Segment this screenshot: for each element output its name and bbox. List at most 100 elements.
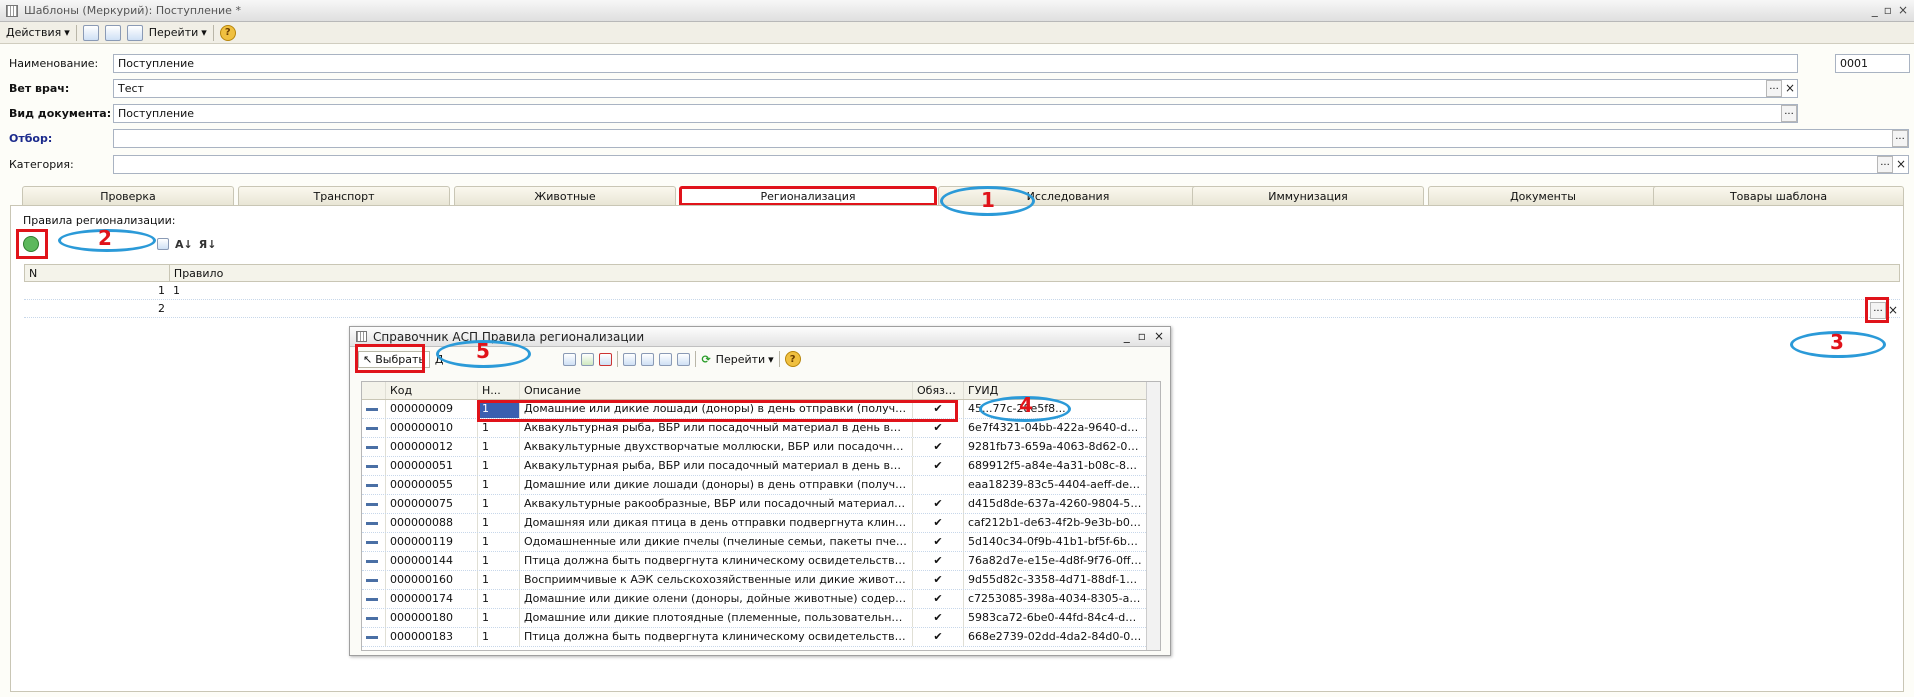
vet-row: Вет врач: Тест ... × bbox=[0, 79, 1914, 99]
filter-select-button[interactable]: ... bbox=[1892, 130, 1908, 147]
tab-proverka[interactable]: Проверка bbox=[22, 186, 234, 206]
dialog-help-icon[interactable]: ? bbox=[784, 351, 801, 367]
tab-animals[interactable]: Животные bbox=[454, 186, 676, 206]
name-input[interactable]: Поступление bbox=[113, 54, 1798, 73]
row-marker-icon bbox=[362, 628, 386, 646]
tab-transport[interactable]: Транспорт bbox=[238, 186, 450, 206]
doctype-select-button[interactable]: ... bbox=[1781, 105, 1797, 122]
edit-icon[interactable] bbox=[581, 352, 595, 366]
copy-icon[interactable] bbox=[563, 352, 577, 366]
col-n-header[interactable]: N bbox=[25, 265, 170, 281]
col-required-header[interactable]: Обяза... bbox=[913, 382, 964, 399]
row-n: 1 bbox=[478, 438, 520, 456]
filter-row: Отбор: ... bbox=[0, 129, 1914, 149]
rules-catalog-dialog: Справочник АСП Правила регионализации _ … bbox=[349, 326, 1171, 656]
refresh-icon[interactable]: ⟳ bbox=[701, 353, 710, 366]
dialog-maximize-button[interactable]: ▫ bbox=[1138, 329, 1146, 343]
catalog-row[interactable]: 000000075 1 Аквакультурные ракообразные, В… bbox=[362, 495, 1160, 514]
row-rule: 1 bbox=[173, 284, 180, 297]
sort-desc-icon[interactable]: Я↓ bbox=[199, 238, 217, 251]
row-code: 000000088 bbox=[386, 514, 478, 532]
col-code-header[interactable]: Код bbox=[386, 382, 478, 399]
restore-button[interactable]: ▫ bbox=[1884, 3, 1892, 17]
row-guid: eaa18239-83c5-4404-aeff-de6e23... bbox=[964, 476, 1148, 494]
rules-table: N Правило 1 1 2 bbox=[24, 264, 1900, 318]
rules-table-header: N Правило bbox=[24, 264, 1900, 282]
catalog-row[interactable]: 000000180 1 Домашние или дикие плотоядные … bbox=[362, 609, 1160, 628]
col-icon-header bbox=[362, 382, 386, 399]
tab-documents[interactable]: Документы bbox=[1428, 186, 1658, 206]
col-rule-header[interactable]: Правило bbox=[170, 265, 1899, 281]
toolbar-separator bbox=[75, 24, 77, 41]
row-guid: 5d140c34-0f9b-41b1-bf5f-6bb75af... bbox=[964, 533, 1148, 551]
row-required: ✔ bbox=[913, 628, 964, 646]
category-input[interactable] bbox=[113, 155, 1909, 174]
annotation-number-5: 5 bbox=[476, 339, 490, 363]
catalog-row[interactable]: 000000051 1 Аквакультурная рыба, ВБР или п… bbox=[362, 457, 1160, 476]
code-input[interactable]: 0001 bbox=[1835, 54, 1910, 73]
actions-menu[interactable]: Действия ▾ bbox=[6, 26, 70, 39]
tab-template-goods[interactable]: Товары шаблона bbox=[1653, 186, 1904, 206]
tab-immunization[interactable]: Иммунизация bbox=[1192, 186, 1424, 206]
dialog-minimize-button[interactable]: _ bbox=[1124, 329, 1130, 343]
category-clear-icon[interactable]: × bbox=[1894, 156, 1908, 173]
doctype-input[interactable]: Поступление bbox=[113, 104, 1798, 123]
close-button[interactable]: × bbox=[1898, 3, 1908, 17]
row-desc: Птица должна быть подвергнута клиническо… bbox=[520, 628, 913, 646]
save-icon[interactable] bbox=[82, 24, 99, 41]
vet-select-button[interactable]: ... bbox=[1766, 80, 1782, 97]
catalog-row[interactable]: 000000088 1 Домашняя или дикая птица в ден… bbox=[362, 514, 1160, 533]
annotation-number-3: 3 bbox=[1830, 330, 1844, 354]
col-desc-header[interactable]: Описание bbox=[520, 382, 913, 399]
row-guid: d415d8de-637a-4260-9804-505be... bbox=[964, 495, 1148, 513]
table-row[interactable]: 2 bbox=[24, 300, 1900, 318]
row-n: 1 bbox=[478, 457, 520, 475]
category-select-button[interactable]: ... bbox=[1877, 156, 1893, 173]
refresh-icon[interactable] bbox=[126, 24, 143, 41]
row-code: 000000009 bbox=[386, 400, 478, 418]
catalog-row[interactable]: 000000160 1 Восприимчивые к АЭК сельскохоз… bbox=[362, 571, 1160, 590]
catalog-row[interactable]: 000000119 1 Одомашненные или дикие пчелы (… bbox=[362, 533, 1160, 552]
catalog-row[interactable]: 000000174 1 Домашние или дикие олени (доно… bbox=[362, 590, 1160, 609]
row-n: 1 bbox=[478, 514, 520, 532]
row-n: 1 bbox=[478, 571, 520, 589]
col-guid-header[interactable]: ГУИД bbox=[964, 382, 1148, 399]
app-icon bbox=[6, 4, 18, 17]
dialog-close-button[interactable]: × bbox=[1154, 329, 1164, 343]
sort-asc-icon[interactable]: A↓ bbox=[175, 238, 193, 251]
row-n: 1 bbox=[478, 609, 520, 627]
filter-icon[interactable] bbox=[623, 352, 637, 366]
row-required: ✔ bbox=[913, 438, 964, 456]
catalog-row[interactable]: 000000144 1 Птица должна быть подвергнута … bbox=[362, 552, 1160, 571]
row-code: 000000010 bbox=[386, 419, 478, 437]
vet-clear-icon[interactable]: × bbox=[1783, 80, 1797, 97]
minimize-button[interactable]: _ bbox=[1872, 3, 1878, 17]
annotation-rect-row bbox=[477, 400, 958, 422]
tab-regionalization[interactable]: Регионализация bbox=[679, 186, 937, 206]
catalog-row[interactable]: 000000183 1 Птица должна быть подвергнута … bbox=[362, 628, 1160, 647]
window-titlebar: Шаблоны (Меркурий): Поступление * _ ▫ × bbox=[0, 0, 1914, 22]
row-n: 1 bbox=[478, 590, 520, 608]
filter-value-icon[interactable] bbox=[641, 352, 655, 366]
delete-icon[interactable] bbox=[599, 352, 613, 366]
filter-list-icon[interactable] bbox=[659, 352, 673, 366]
catalog-row[interactable]: 000000012 1 Аквакультурные двухстворчатые … bbox=[362, 438, 1160, 457]
help-icon[interactable]: ? bbox=[219, 24, 236, 41]
filter-off-icon[interactable] bbox=[677, 352, 691, 366]
row-required: ✔ bbox=[913, 571, 964, 589]
dialog-icon bbox=[356, 331, 367, 342]
filter-input[interactable] bbox=[113, 129, 1909, 148]
catalog-scrollbar[interactable] bbox=[1146, 382, 1160, 650]
document-icon[interactable] bbox=[104, 24, 121, 41]
col-n-header[interactable]: Н... bbox=[478, 382, 520, 399]
move-down-icon[interactable] bbox=[157, 238, 169, 250]
doctype-label: Вид документа: bbox=[9, 107, 112, 120]
dialog-goto-menu[interactable]: Перейти ▾ bbox=[716, 353, 774, 366]
row-desc: Одомашненные или дикие пчелы (пчелиные с… bbox=[520, 533, 913, 551]
catalog-row[interactable]: 000000055 1 Домашние или дикие лошади (дон… bbox=[362, 476, 1160, 495]
row-guid: 668e2739-02dd-4da2-84d0-0a77d... bbox=[964, 628, 1148, 646]
table-row[interactable]: 1 1 bbox=[24, 282, 1900, 300]
vet-input[interactable]: Тест bbox=[113, 79, 1798, 98]
goto-menu[interactable]: Перейти ▾ bbox=[149, 26, 207, 39]
goto-label: Перейти bbox=[148, 26, 199, 39]
